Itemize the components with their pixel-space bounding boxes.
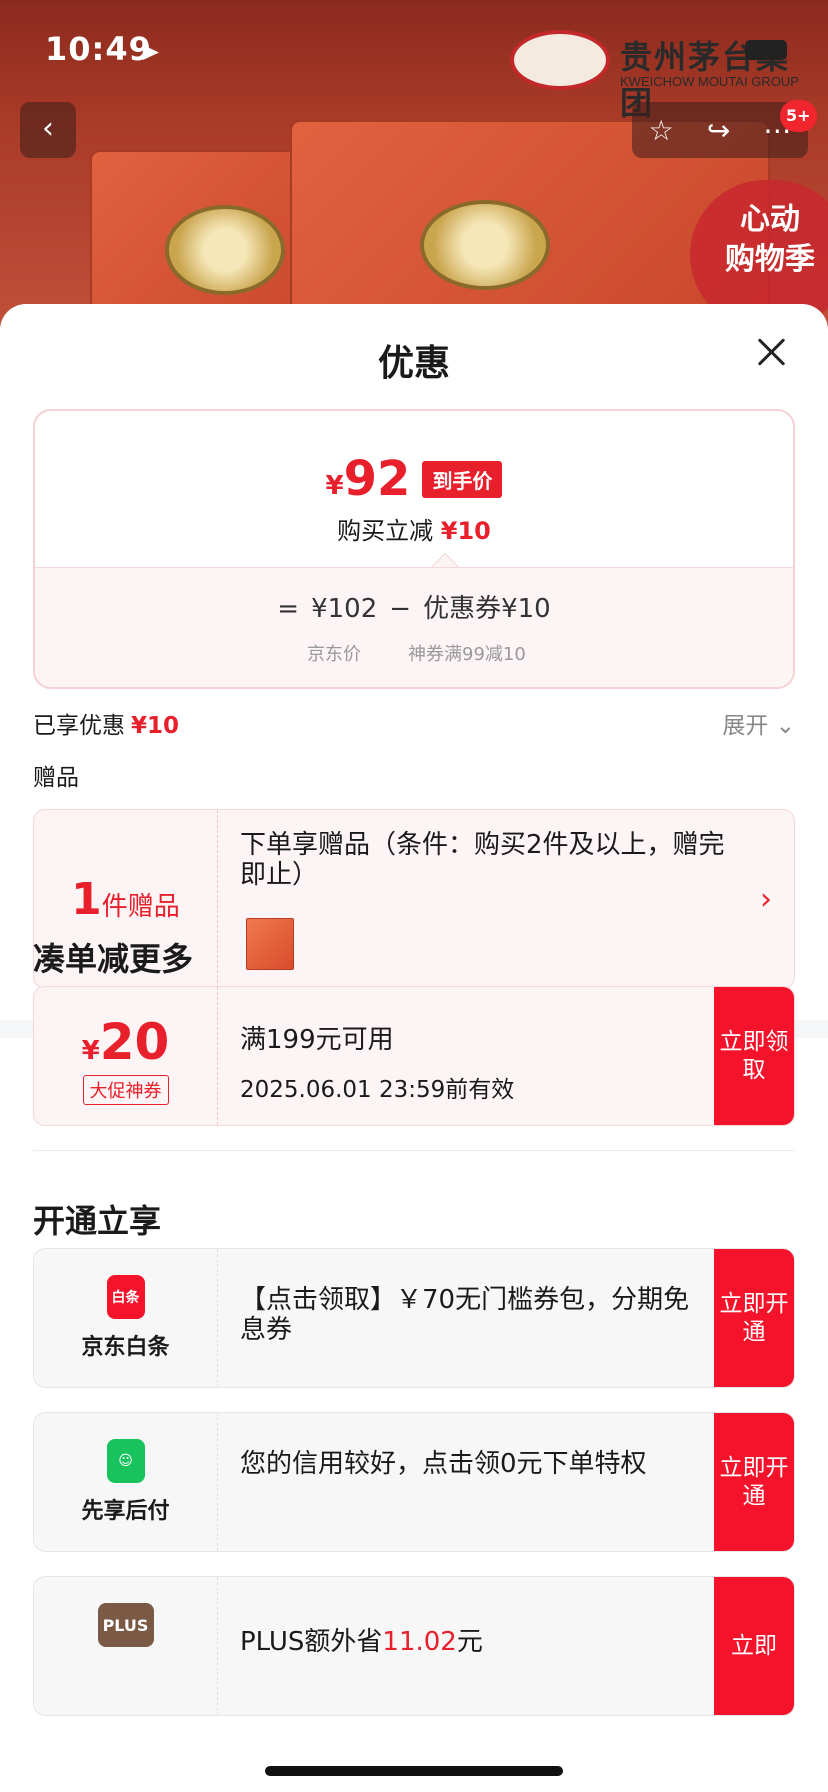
home-indicator[interactable] <box>265 1766 563 1776</box>
gift-heading: 赠品 <box>33 765 79 791</box>
gift-count-number: 1 <box>71 873 102 925</box>
coupon-currency: ¥ <box>81 1036 100 1066</box>
price-card: ¥ 92 到手价 购买立减 ¥10 = ¥102 − 优惠券¥10 京东价 神券… <box>33 409 795 689</box>
promo-text-1: 心动 <box>740 202 800 237</box>
enjoyed-label: 已享优惠 <box>33 713 125 739</box>
coupon-type-label: 大促神券 <box>82 1075 169 1105</box>
plus-offer-suffix: 元 <box>456 1627 483 1657</box>
chevron-down-icon: ⌄ <box>775 713 795 739</box>
baitiao-offer: 【点击领取】￥70无门槛券包，分期免息券 <box>240 1285 690 1345</box>
gift-count-unit: 件赠品 <box>101 891 180 922</box>
coupon-amount-row: ¥20 <box>34 1013 217 1071</box>
activate-heading: 开通立享 <box>33 1202 162 1240</box>
shopping-bag-icon: ☺ <box>106 1439 145 1483</box>
instant-discount-row: 购买立减 ¥10 <box>35 511 793 546</box>
share-icon[interactable]: ↪ <box>707 114 730 147</box>
activate-baitiao-button[interactable]: 立即开通 <box>714 1249 794 1387</box>
coupon-value: ¥20 大促神券 <box>34 987 218 1125</box>
plus-brand: PLUS <box>34 1577 218 1715</box>
brand-logo: 贵州茅台集团 KWEICHOW MOUTAI GROUP <box>510 30 800 122</box>
activate-plus-button[interactable]: 立即 <box>714 1577 794 1715</box>
product-emblem <box>420 200 550 290</box>
expand-button[interactable]: 展开 ⌄ <box>722 706 795 740</box>
status-time: 10:49 <box>45 30 152 68</box>
star-icon[interactable]: ☆ <box>649 114 674 147</box>
brand-mark-icon <box>510 30 610 90</box>
price-card-top: ¥ 92 到手价 购买立减 ¥10 <box>35 411 793 567</box>
plus-icon: PLUS <box>97 1603 154 1647</box>
enjoyed-value: ¥10 <box>131 713 180 739</box>
chevron-right-icon[interactable]: › <box>760 882 772 917</box>
final-price: 92 <box>343 451 411 507</box>
final-price-tag: 到手价 <box>422 460 503 498</box>
sheet-title: 优惠 <box>377 343 450 384</box>
baitiao-icon: 白条 <box>106 1275 145 1319</box>
final-price-row: ¥ 92 到手价 <box>35 451 793 507</box>
pay-later-card: ☺ 先享后付 您的信用较好，点击领0元下单特权 立即开通 <box>33 1412 795 1552</box>
back-button[interactable]: ‹ <box>20 102 76 158</box>
jd-price: ¥102 <box>311 594 378 624</box>
minus-sign: − <box>389 594 412 624</box>
gift-thumbnail[interactable] <box>246 918 294 970</box>
divider-line <box>33 1150 795 1151</box>
equals-sign: = <box>277 594 300 624</box>
coupon-amount: 20 <box>99 1013 170 1071</box>
coupon-expiry: 2025.06.01 23:59前有效 <box>240 1077 515 1103</box>
plus-card: PLUS PLUS额外省11.02元 立即 <box>33 1576 795 1716</box>
pay-later-name: 先享后付 <box>81 1499 170 1524</box>
expand-label: 展开 <box>722 713 769 739</box>
price-breakdown: = ¥102 − 优惠券¥10 京东价 神券满99减10 <box>35 567 793 687</box>
coupon-info: 满199元可用 2025.06.01 23:59前有效 <box>240 1019 514 1104</box>
coupon-condition: 满199元可用 <box>240 1025 394 1055</box>
enjoyed-discount: 已享优惠 ¥10 <box>33 706 179 740</box>
coupon-card: ¥20 大促神券 满199元可用 2025.06.01 23:59前有效 立即领… <box>33 986 795 1126</box>
brand-name-en: KWEICHOW MOUTAI GROUP <box>620 74 799 89</box>
discount-sheet: 优惠 ¥ 92 到手价 购买立减 ¥10 = ¥102 − 优惠券¥10 京东价 <box>0 304 828 1792</box>
promo-text-2: 购物季 <box>725 242 815 277</box>
price-formula: = ¥102 − 优惠券¥10 <box>35 588 793 625</box>
baitiao-name: 京东白条 <box>81 1335 170 1360</box>
product-emblem <box>165 205 285 295</box>
pay-later-brand: ☺ 先享后付 <box>34 1413 218 1551</box>
back-icon: ‹ <box>42 111 54 146</box>
message-badge: 5+ <box>780 100 817 132</box>
activate-pay-later-button[interactable]: 立即开通 <box>714 1413 794 1551</box>
instant-discount-value: ¥10 <box>440 517 491 545</box>
product-background: 10:49 ➤ 贵州茅台集团 KWEICHOW MOUTAI GROUP ‹ ☆… <box>0 0 828 330</box>
location-arrow-icon: ➤ <box>140 38 161 66</box>
gift-description: 下单享赠品（条件：购买2件及以上，赠完即止） <box>240 830 725 890</box>
instant-discount-label: 购买立减 <box>337 517 434 545</box>
pay-later-offer: 您的信用较好，点击领0元下单特权 <box>240 1449 647 1479</box>
baitiao-brand: 白条 京东白条 <box>34 1249 218 1387</box>
plus-offer-prefix: PLUS额外省 <box>240 1627 383 1657</box>
jd-price-label: 京东价 <box>307 644 361 665</box>
coupon-desc-label: 神券满99减10 <box>408 644 526 665</box>
claim-coupon-button[interactable]: 立即领取 <box>714 987 794 1125</box>
coupon-deduction: 优惠券¥10 <box>423 594 551 624</box>
close-icon[interactable] <box>752 332 792 372</box>
battery-icon <box>745 40 787 60</box>
plus-offer: PLUS额外省11.02元 <box>240 1627 700 1657</box>
price-currency: ¥ <box>325 471 344 501</box>
plus-offer-value: 11.02 <box>382 1627 457 1657</box>
baitiao-card: 白条 京东白条 【点击领取】￥70无门槛券包，分期免息券 立即开通 <box>33 1248 795 1388</box>
more-discount-heading: 凑单减更多 <box>33 940 194 978</box>
